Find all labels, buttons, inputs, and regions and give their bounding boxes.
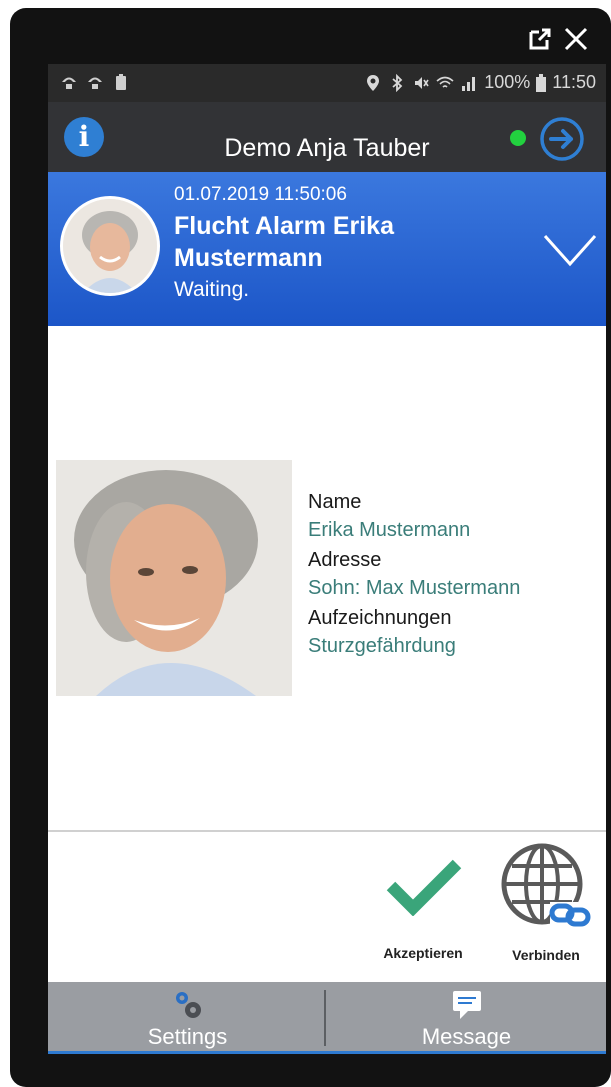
details-list: Name Erika Mustermann Adresse Sohn: Max … [308, 490, 520, 664]
globe-link-icon [501, 843, 591, 928]
accept-label: Akzeptieren [383, 945, 463, 961]
battery-icon [536, 73, 547, 92]
alarm-status: Waiting. [174, 278, 250, 301]
logout-arrow-icon[interactable] [539, 116, 585, 162]
location-icon [367, 74, 380, 91]
app-window-frame: 100% 11:50 i Demo Anja Tauber 01.07.2019… [10, 8, 611, 1087]
tab-divider [324, 990, 326, 1046]
app-header: i Demo Anja Tauber [48, 102, 606, 172]
mute-icon [415, 76, 429, 89]
action-bar: Akzeptieren Verbinden [48, 832, 606, 982]
connect-label: Verbinden [512, 947, 580, 963]
alarm-datetime: 01.07.2019 11:50:06 [174, 184, 347, 205]
bluetooth-icon [392, 73, 403, 92]
signal-icon [462, 76, 476, 91]
online-status-indicator [510, 130, 526, 146]
close-icon[interactable] [563, 26, 589, 52]
tab-settings[interactable]: Settings [48, 982, 327, 1052]
person-avatar-image [63, 199, 157, 293]
notification-icon [62, 77, 76, 89]
field-label: Name [308, 491, 362, 513]
field-value: Sturzgefährdung [308, 635, 456, 657]
field-label: Aufzeichnungen [308, 607, 452, 629]
accept-button[interactable]: Akzeptieren [368, 856, 478, 961]
avatar [60, 196, 160, 296]
field-value: Sohn: Max Mustermann [308, 577, 521, 599]
status-time: 11:50 [552, 72, 596, 92]
battery-saver-icon [116, 74, 126, 90]
chat-icon [452, 991, 481, 1019]
field-value: Erika Mustermann [308, 519, 471, 541]
window-controls [527, 26, 589, 52]
battery-percent: 100% [484, 72, 531, 92]
tab-settings-label: Settings [147, 1024, 228, 1049]
alarm-title: Flucht Alarm Erika Mustermann [174, 212, 394, 272]
person-photo [56, 460, 292, 696]
alarm-banner[interactable]: 01.07.2019 11:50:06 Flucht Alarm Erika M… [48, 172, 606, 326]
wifi-icon [436, 76, 454, 88]
notification-icon [88, 77, 102, 89]
tab-message[interactable]: Message [327, 982, 606, 1052]
person-details: Name Erika Mustermann Adresse Sohn: Max … [48, 326, 606, 830]
field-label: Adresse [308, 549, 382, 571]
gears-icon [175, 992, 201, 1018]
chevron-down-icon[interactable] [542, 232, 598, 268]
status-bar: 100% 11:50 [48, 64, 606, 102]
tab-message-label: Message [421, 1024, 512, 1049]
bottom-tab-bar: Settings Message [48, 982, 606, 1054]
external-link-icon[interactable] [527, 26, 553, 52]
connect-button[interactable]: Verbinden [496, 840, 596, 963]
phone-screen: 100% 11:50 i Demo Anja Tauber 01.07.2019… [48, 64, 606, 1054]
checkmark-icon [386, 859, 462, 917]
